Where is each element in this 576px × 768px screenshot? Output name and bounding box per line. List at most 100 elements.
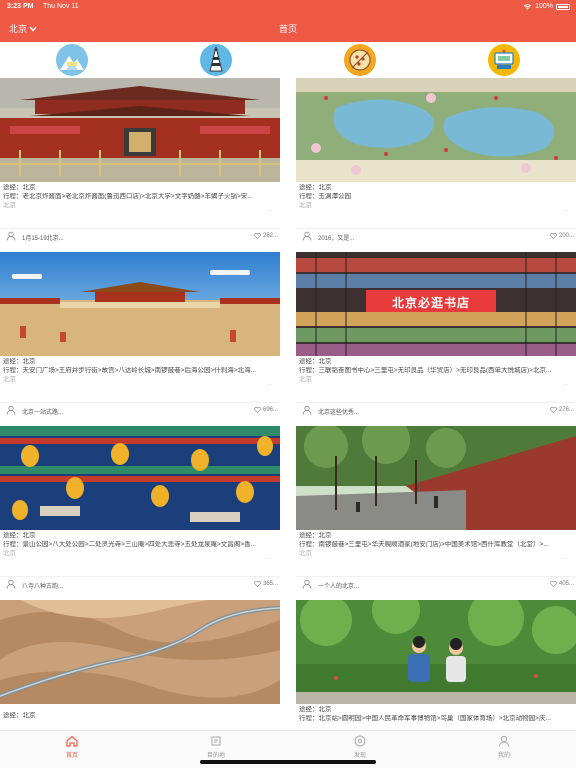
- heart-icon: [254, 581, 261, 587]
- card-route[interactable]: 途经：北京 行程：北京站>圆明园>中国人民革命军事博物馆>鸟巢（国家体育场）>北…: [296, 600, 576, 730]
- destination-icon: [211, 736, 221, 746]
- like-count[interactable]: 276...: [550, 407, 574, 413]
- tab-destination[interactable]: 目的地: [186, 734, 246, 759]
- card-meta: 一个人的北京... 405...: [296, 576, 576, 592]
- card-tag: 北京: [3, 202, 16, 209]
- status-date: Thu Nov 11: [43, 3, 79, 10]
- card-meta: 北京一站式路... 696...: [0, 402, 280, 418]
- card-route[interactable]: 途经：北京 行程：玉渊潭公园 北京 ··· 2016，又是... 200...: [296, 78, 576, 248]
- card-route[interactable]: 途经：北京 行程：老北京炸酱面>老北京炸酱面(鲁迅西口店)>北京大学>文字奶酪>…: [0, 78, 280, 248]
- top-bar: 3:23 PM Thu Nov 11 100% 北京 首页: [0, 0, 576, 42]
- home-indicator[interactable]: [200, 760, 376, 764]
- card-title: 八寺八种古韵...: [22, 584, 64, 590]
- card-info: 途经：北京 行程：三联韬奋图书中心>三里屯>无印良品（华贸店）>无印良品(西单大…: [299, 358, 573, 385]
- heart-icon: [550, 581, 557, 587]
- more-icon[interactable]: ···: [266, 208, 272, 214]
- card-title: 1月15-19北京...: [22, 236, 64, 242]
- tab-home-label: 首页: [65, 753, 78, 759]
- like-count[interactable]: 696...: [254, 407, 278, 413]
- red-wall-street-photo[interactable]: [296, 426, 576, 530]
- card-info: 途经：北京 行程：北京站>圆明园>中国人民革命军事博物馆>鸟巢（国家体育场）>北…: [299, 706, 573, 723]
- discover-icon: [354, 735, 366, 747]
- user-icon: [302, 231, 312, 241]
- card-meta: 八寺八种古韵... 365...: [0, 576, 280, 592]
- more-icon[interactable]: ···: [266, 382, 272, 388]
- hotel-icon[interactable]: [488, 44, 520, 76]
- card-via: 途经：北京: [3, 184, 36, 191]
- tiananmen-gate-photo[interactable]: [0, 78, 280, 182]
- card-info: 途经：北京: [3, 712, 277, 721]
- yuyuantan-park-map-photo[interactable]: [296, 78, 576, 182]
- landmark-icon[interactable]: [200, 44, 232, 76]
- like-count-value: 365...: [262, 581, 278, 587]
- tab-profile-label: 我的: [497, 753, 510, 759]
- status-time: 3:23 PM: [7, 3, 34, 10]
- card-via: 途经：北京: [3, 532, 36, 539]
- card-route[interactable]: 途经：北京 行程：南锣鼓巷>三里屯>华天幌顺酒家(地安门店)>中国美术馆>西什库…: [296, 426, 576, 596]
- status-right: 100%: [523, 3, 570, 10]
- card-tag: 北京: [3, 550, 16, 557]
- like-count[interactable]: 365...: [254, 581, 278, 587]
- profile-icon: [499, 735, 509, 747]
- like-count[interactable]: 200...: [550, 233, 574, 239]
- card-via: 途经：北京: [299, 532, 332, 539]
- card-tag: 北京: [3, 376, 16, 383]
- heart-icon: [254, 233, 261, 239]
- travel-guide-icon[interactable]: [56, 44, 88, 76]
- card-route[interactable]: 途经：北京 行程：天安门广场>王府井步行街>故宫>八达岭长城>南锣鼓巷>后海公园…: [0, 252, 280, 422]
- tab-home[interactable]: 首页: [42, 734, 102, 759]
- battery-percent: 100%: [535, 3, 553, 10]
- card-route-text: 行程：天安门广场>王府井步行街>故宫>八达岭长城>南锣鼓巷>后海公园>什刹海>北…: [3, 366, 256, 374]
- home-icon: [66, 735, 78, 747]
- great-wall-aerial-photo[interactable]: [0, 600, 280, 704]
- like-count[interactable]: 262...: [254, 233, 278, 239]
- card-route[interactable]: 北京必逛书店 途经：北京 行程：三联韬奋图书中心>三里屯>无印良品（华贸店）>无…: [296, 252, 576, 422]
- more-icon[interactable]: ···: [562, 556, 568, 562]
- card-route[interactable]: 途经：北京 行程：景山公园>八大处公园>二处灵光寺>三山庵>四处大悲寺>五处龙泉…: [0, 426, 280, 596]
- battery-icon: [556, 3, 570, 10]
- card-via: 途经：北京: [299, 358, 332, 365]
- card-info: 途经：北京 行程：景山公园>八大处公园>二处灵光寺>三山庵>四处大悲寺>五处龙泉…: [3, 532, 277, 559]
- more-icon[interactable]: ···: [266, 556, 272, 562]
- user-icon: [302, 579, 312, 589]
- card-route[interactable]: 途经：北京: [0, 600, 280, 730]
- tab-discover[interactable]: 发现: [330, 734, 390, 759]
- heart-icon: [254, 407, 261, 413]
- like-count-value: 405...: [558, 581, 574, 587]
- tab-discover-label: 发现: [353, 753, 366, 759]
- card-via: 途经：北京: [299, 706, 332, 713]
- card-info: 途经：北京 行程：南锣鼓巷>三里屯>华天幌顺酒家(地安门店)>中国美术馆>西什库…: [299, 532, 573, 559]
- page-title: 首页: [278, 24, 297, 34]
- card-route-text: 行程：三联韬奋图书中心>三里屯>无印良品（华贸店）>无印良品(西单大悦城店)>北…: [299, 366, 552, 374]
- nav-bar: 北京 首页: [0, 14, 576, 42]
- card-via: 途经：北京: [3, 358, 36, 365]
- card-route-text: 行程：玉渊潭公园: [299, 192, 351, 200]
- temple-lanterns-photo[interactable]: [0, 426, 280, 530]
- bookstore-sign: 北京必逛书店: [391, 296, 470, 310]
- card-info: 途经：北京 行程：老北京炸酱面>老北京炸酱面(鲁迅西口店)>北京大学>文字奶酪>…: [3, 184, 277, 211]
- card-via: 途经：北京: [299, 184, 332, 191]
- heart-icon: [550, 233, 557, 239]
- bookstore-photo[interactable]: 北京必逛书店: [296, 252, 576, 356]
- user-icon: [6, 405, 16, 415]
- like-count-value: 262...: [262, 233, 278, 239]
- tab-profile[interactable]: 我的: [474, 734, 534, 759]
- card-title: 一个人的北京...: [318, 584, 360, 590]
- category-row: [0, 42, 576, 78]
- forbidden-city-courtyard-photo[interactable]: [0, 252, 280, 356]
- like-count-value: 200...: [558, 233, 574, 239]
- like-count[interactable]: 405...: [550, 581, 574, 587]
- card-title: 2016，又是...: [318, 236, 355, 242]
- card-tag: 北京: [299, 550, 312, 557]
- more-icon[interactable]: ···: [562, 382, 568, 388]
- card-title: 北京这些优秀...: [318, 410, 360, 416]
- food-icon[interactable]: [344, 44, 376, 76]
- card-route-text: 行程：老北京炸酱面>老北京炸酱面(鲁迅西口店)>北京大学>文字奶酪>羊蝎子火锅>…: [3, 192, 253, 200]
- card-tag: 北京: [299, 202, 312, 209]
- card-via: 途经：北京: [3, 712, 36, 719]
- couple-in-park-photo[interactable]: [296, 600, 576, 704]
- tab-destination-label: 目的地: [206, 753, 225, 759]
- card-meta: 2016，又是... 200...: [296, 228, 576, 244]
- card-route-text: 行程：南锣鼓巷>三里屯>华天幌顺酒家(地安门店)>中国美术馆>西什库教堂（北堂）…: [299, 540, 549, 548]
- more-icon[interactable]: ···: [562, 208, 568, 214]
